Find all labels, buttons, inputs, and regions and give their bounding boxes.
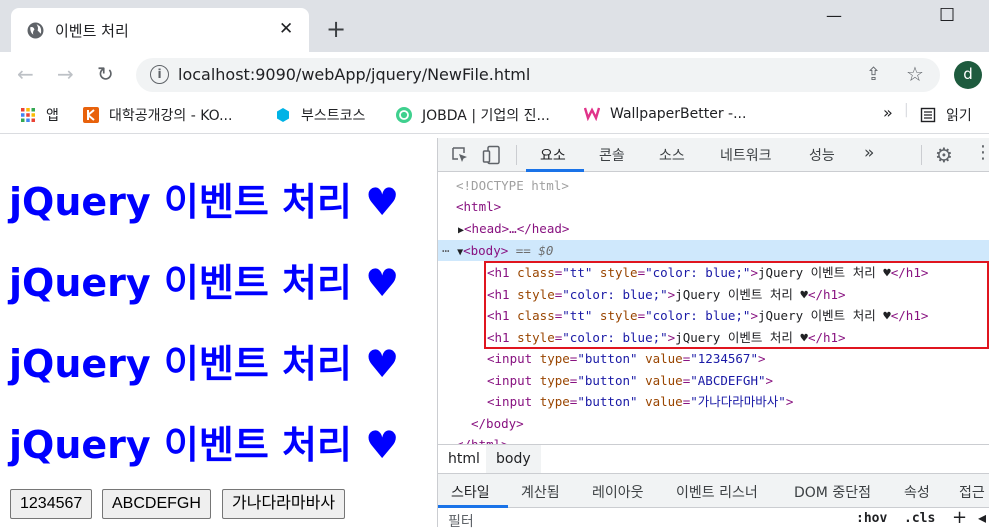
settings-gear-icon[interactable]: ⚙ [935, 143, 953, 167]
page-heading-1: jQuery 이벤트 처리 ♥ [9, 180, 400, 224]
dom-html-close[interactable]: </html> [456, 434, 509, 444]
bookmark-apps[interactable]: 앱 [20, 105, 59, 125]
inspect-element-icon[interactable] [451, 146, 469, 164]
page-heading-3: jQuery 이벤트 처리 ♥ [9, 342, 400, 386]
page-viewport: jQuery 이벤트 처리 ♥ jQuery 이벤트 처리 ♥ jQuery 이… [0, 138, 437, 527]
wallpaperbetter-logo-icon [584, 107, 600, 121]
back-icon[interactable]: ← [17, 63, 34, 85]
kocw-logo-icon [83, 107, 99, 123]
bookmark-jobda[interactable]: JOBDA | 기업의 진... [396, 105, 550, 125]
more-tabs-button[interactable]: » [864, 143, 874, 163]
elements-tree: <!DOCTYPE html> <html> ▶<head>…</head> ⋯… [438, 172, 989, 444]
bookmark-kocw[interactable]: 대학공개강의 - KO... [83, 105, 232, 125]
styles-filter-input[interactable]: 필터 [448, 511, 474, 531]
tab-console[interactable]: 콘솔 [599, 145, 625, 165]
dom-head-node[interactable]: ▶<head>…</head> [458, 218, 569, 239]
site-info-icon[interactable]: i [150, 65, 169, 84]
tab-network[interactable]: 네트워크 [720, 145, 772, 165]
tab-computed[interactable]: 계산됨 [521, 482, 560, 502]
tab-title: 이벤트 처리 [55, 22, 129, 40]
reading-list-button[interactable]: 읽기 [920, 105, 972, 125]
boostcourse-logo-icon [277, 108, 289, 122]
node-actions-icon[interactable]: ⋯ [442, 243, 450, 258]
button-1234567[interactable]: 1234567 [10, 489, 93, 519]
devtools-panel: 요소 콘솔 소스 네트워크 성능 » ⚙ ⋮ <!DOCTYPE html> <… [437, 138, 989, 530]
breadcrumb-body[interactable]: body [486, 445, 541, 473]
reading-list-label: 읽기 [946, 108, 972, 124]
reload-icon[interactable]: ↻ [97, 63, 114, 85]
maximize-icon[interactable]: ☐ [939, 5, 955, 26]
new-style-rule-icon[interactable]: + [952, 507, 967, 528]
page-heading-2: jQuery 이벤트 처리 ♥ [9, 261, 400, 305]
tab-properties[interactable]: 속성 [904, 482, 930, 502]
address-bar[interactable]: i localhost:9090/webApp/jquery/NewFile.h… [136, 58, 940, 92]
highlight-annotation-box [484, 261, 989, 349]
tab-strip: 이벤트 처리 ✕ + — ☐ [0, 0, 989, 52]
tab-dom-breakpoints[interactable]: DOM 중단점 [794, 482, 871, 502]
class-toggle[interactable]: .cls [904, 511, 935, 526]
dom-html-open[interactable]: <html> [456, 196, 501, 217]
dom-input-node[interactable]: <input type="button" value="1234567"> [487, 348, 766, 369]
new-tab-button[interactable]: + [326, 16, 346, 42]
hover-state-toggle[interactable]: :hov [856, 511, 887, 526]
browser-toolbar: ← → ↻ i localhost:9090/webApp/jquery/New… [0, 52, 989, 98]
dom-doctype[interactable]: <!DOCTYPE html> [456, 175, 569, 196]
styles-tabbar: 스타일 계산됨 레이아웃 이벤트 리스너 DOM 중단점 속성 접근 [438, 474, 989, 508]
bookmark-label: WallpaperBetter -... [610, 106, 747, 122]
bookmark-wallpaperbetter[interactable]: WallpaperBetter -... [584, 105, 746, 122]
toolbar-divider [516, 145, 517, 165]
breadcrumb-html[interactable]: html [438, 445, 490, 473]
url-text[interactable]: localhost:9090/webApp/jquery/NewFile.htm… [178, 65, 530, 84]
tab-sources[interactable]: 소스 [659, 145, 685, 165]
minimize-icon[interactable]: — [826, 6, 842, 25]
reading-list-icon [920, 107, 936, 123]
bookmarks-overflow-button[interactable]: » [883, 103, 893, 122]
profile-avatar[interactable]: d [954, 61, 982, 89]
bookmark-label: 부스트코스 [301, 108, 366, 124]
more-style-options-icon[interactable]: ◂ [978, 508, 986, 527]
globe-icon [27, 22, 44, 39]
tab-layout[interactable]: 레이아웃 [592, 482, 644, 502]
tab-accessibility[interactable]: 접근 [959, 482, 985, 502]
bookmark-label: JOBDA | 기업의 진... [422, 108, 550, 124]
button-korean[interactable]: 가나다라마바사 [222, 489, 346, 519]
dom-body-node[interactable]: ⋯ ▼<body> == $0 [442, 240, 553, 261]
device-toolbar-icon[interactable] [482, 145, 502, 165]
share-icon[interactable]: ⇪ [866, 64, 881, 85]
browser-tab[interactable]: 이벤트 처리 ✕ [11, 8, 309, 52]
styles-filter-bar: 필터 :hov .cls + ◂ [438, 507, 989, 530]
tab-styles[interactable]: 스타일 [451, 482, 490, 502]
bookmarks-bar: 앱 대학공개강의 - KO... 부스트코스 JOBDA | 기업의 진... … [0, 98, 989, 134]
close-tab-icon[interactable]: ✕ [279, 19, 293, 39]
bookmark-star-icon[interactable]: ☆ [906, 62, 924, 86]
toolbar-divider [921, 145, 922, 165]
dom-input-node[interactable]: <input type="button" value="ABCDEFGH"> [487, 370, 773, 391]
dom-body-close[interactable]: </body> [471, 413, 524, 434]
tab-elements[interactable]: 요소 [540, 145, 566, 165]
button-abcdefgh[interactable]: ABCDEFGH [102, 489, 211, 519]
bookmark-label: 대학공개강의 - KO... [109, 108, 233, 124]
page-heading-4: jQuery 이벤트 처리 ♥ [9, 423, 400, 467]
forward-icon[interactable]: → [57, 63, 74, 85]
bookmark-boostcourse[interactable]: 부스트코스 [275, 105, 365, 125]
tab-performance[interactable]: 성능 [809, 145, 835, 165]
apps-grid-icon [21, 108, 35, 122]
bookmark-label: 앱 [46, 108, 59, 124]
jobda-logo-icon [396, 107, 412, 123]
browser-chrome: 이벤트 처리 ✕ + — ☐ ← → ↻ i localhost:9090/we… [0, 0, 989, 138]
bookmarks-divider: | [904, 102, 909, 118]
devtools-tabbar: 요소 콘솔 소스 네트워크 성능 » ⚙ ⋮ [438, 138, 989, 172]
more-options-icon[interactable]: ⋮ [974, 142, 989, 163]
breadcrumb: html body [438, 444, 989, 474]
dom-input-node[interactable]: <input type="button" value="가나다라마바사"> [487, 391, 793, 412]
tab-event-listeners[interactable]: 이벤트 리스너 [676, 482, 758, 502]
